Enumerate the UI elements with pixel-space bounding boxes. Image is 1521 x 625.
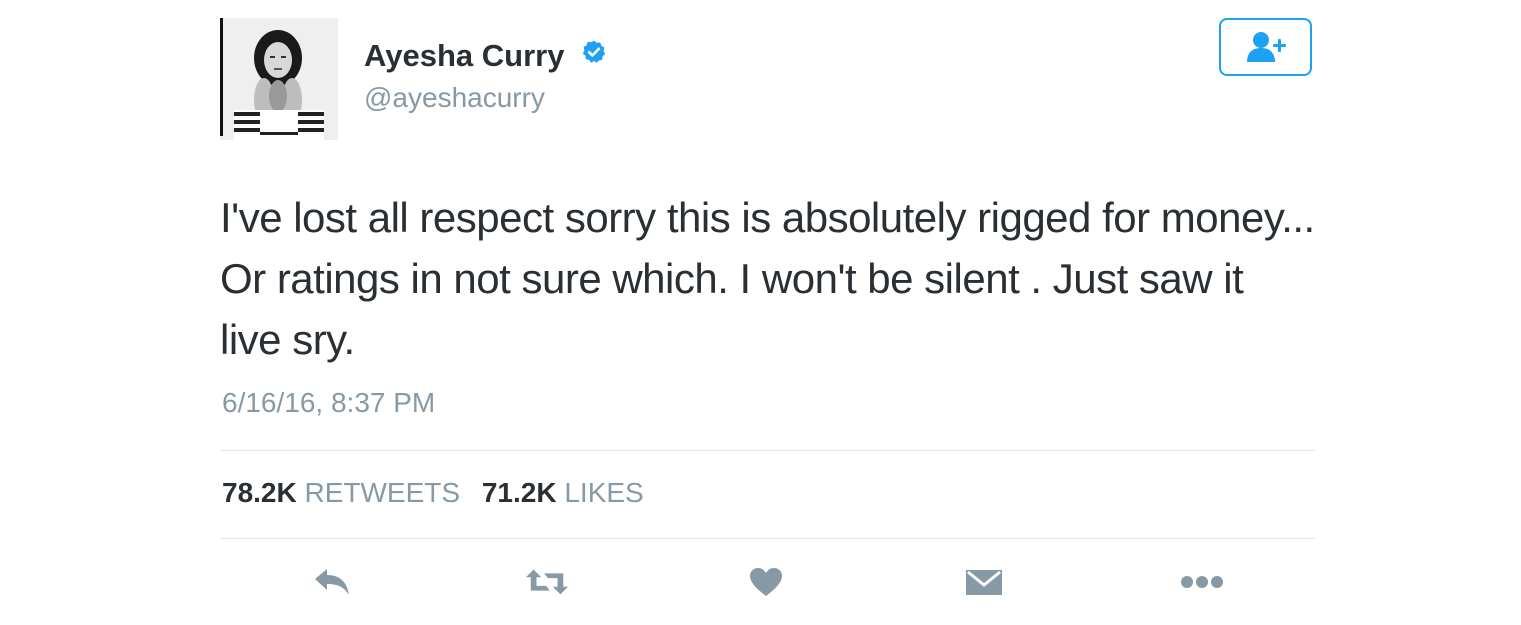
tweet-text: I've lost all respect sorry this is abso…	[220, 194, 1315, 363]
profile-photo	[220, 18, 338, 140]
retweet-button[interactable]	[525, 560, 569, 604]
reply-icon	[315, 569, 349, 595]
likes-stat[interactable]: 71.2K LIKES	[482, 477, 658, 508]
retweets-label: RETWEETS	[304, 477, 461, 508]
more-icon	[1181, 576, 1223, 588]
divider-bottom	[220, 538, 1315, 539]
avatar[interactable]	[220, 18, 338, 140]
likes-count: 71.2K	[481, 477, 557, 508]
divider-top	[220, 450, 1315, 451]
action-bar	[220, 560, 1315, 604]
message-icon	[966, 570, 1002, 595]
display-name[interactable]: Ayesha Curry	[364, 38, 607, 76]
avatar-edge	[220, 18, 223, 136]
reply-button[interactable]	[310, 560, 354, 604]
tweet-timestamp[interactable]: 6/16/16, 8:37 PM	[222, 387, 435, 419]
tweet-card: Ayesha Curry @ayeshacurry I've lost all …	[220, 0, 1315, 625]
more-button[interactable]	[1180, 560, 1224, 604]
retweets-count: 78.2K	[222, 477, 297, 508]
retweets-stat[interactable]: 78.2K RETWEETS	[222, 477, 482, 508]
message-button[interactable]	[962, 560, 1006, 604]
add-user-icon	[1247, 32, 1286, 62]
verified-badge-icon	[581, 37, 607, 73]
like-button[interactable]	[744, 560, 788, 604]
follow-button[interactable]	[1219, 18, 1312, 76]
tweet-stats: 78.2K RETWEETS 71.2K LIKES	[222, 477, 658, 509]
likes-label: LIKES	[564, 477, 644, 508]
heart-icon	[750, 568, 782, 596]
display-name-text: Ayesha Curry	[364, 38, 565, 73]
user-handle[interactable]: @ayeshacurry	[364, 82, 545, 114]
retweet-icon	[525, 569, 569, 595]
